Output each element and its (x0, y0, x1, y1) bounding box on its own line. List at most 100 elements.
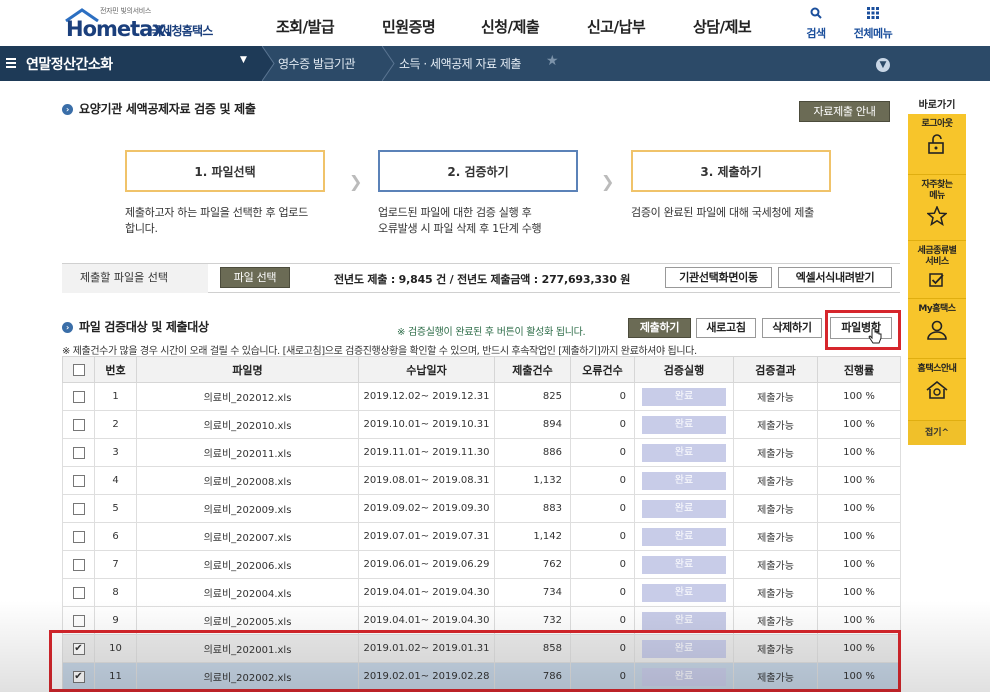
step1-description: 제출하고자 하는 파일을 선택한 후 업로드 합니다. (125, 206, 308, 235)
row-date: 2019.07.01~ 2019.07.31 (358, 522, 495, 551)
guide-button[interactable]: 자료제출 안내 (799, 101, 890, 122)
quick-favorite-menu[interactable]: 자주찾는 메뉴 (908, 175, 966, 241)
quick-close-button[interactable]: 접기^ (908, 421, 966, 445)
row-no: 5 (94, 494, 137, 523)
file-select-button[interactable]: 파일 선택 (220, 267, 290, 288)
delete-button[interactable]: 삭제하기 (762, 318, 822, 338)
row-date: 2019.10.01~ 2019.10.31 (358, 410, 495, 439)
top-header: 전자민 빛의서비스 Hometax. 국세청홈택스 조회/발급 민원증명 신청/… (0, 0, 990, 46)
row-checkbox[interactable] (72, 614, 85, 627)
favorite-star-icon[interactable]: ★ (546, 53, 559, 69)
table-row[interactable]: 1 의료비_202012.xls 2019.12.02~ 2019.12.31 825… (62, 382, 901, 411)
row-no: 3 (94, 438, 137, 467)
row-errors: 0 (570, 410, 635, 439)
row-count: 883 (494, 494, 571, 523)
verify-run-button[interactable]: 완료 (642, 415, 726, 434)
last-year-summary: 전년도 제출 : 9,845 건 / 전년도 제출금액 : 277,693,33… (334, 273, 631, 286)
row-checkbox-cell[interactable] (62, 578, 95, 607)
row-progress: 100 % (817, 494, 901, 523)
verify-run-button[interactable]: 완료 (642, 611, 726, 630)
refresh-button[interactable]: 새로고침 (696, 318, 756, 338)
table-row[interactable]: 7 의료비_202006.xls 2019.06.01~ 2019.06.29 762… (62, 550, 901, 579)
row-filename: 의료비_202004.xls (136, 578, 359, 607)
menu-application[interactable]: 신청/제출 (481, 16, 540, 37)
step-arrow-icon: ❯ (601, 172, 615, 191)
row-checkbox-cell[interactable] (62, 522, 95, 551)
menu-certificate[interactable]: 민원증명 (382, 16, 436, 37)
row-date: 2019.08.01~ 2019.08.31 (358, 466, 495, 495)
row-verify-run-cell: 완료 (634, 578, 734, 607)
row-filename: 의료비_202007.xls (136, 522, 359, 551)
row-filename: 의료비_202008.xls (136, 466, 359, 495)
row-no: 4 (94, 466, 137, 495)
step-file-select: 1. 파일선택 (125, 150, 325, 192)
verify-run-button[interactable]: 완료 (642, 471, 726, 490)
menu-consult[interactable]: 상담/제보 (693, 16, 752, 37)
institution-select-button[interactable]: 기관선택화면이동 (665, 267, 772, 288)
verify-run-button[interactable]: 완료 (642, 443, 726, 462)
row-progress: 100 % (817, 466, 901, 495)
table-row[interactable]: 2 의료비_202010.xls 2019.10.01~ 2019.10.31 894… (62, 410, 901, 439)
row-progress: 100 % (817, 550, 901, 579)
row-checkbox-cell[interactable] (62, 466, 95, 495)
row-checkbox[interactable] (72, 390, 85, 403)
quick-my-hometax[interactable]: My홈택스 (908, 299, 966, 359)
menu-dropdown-yearend[interactable]: 연말정산간소화 ▼ (0, 46, 262, 81)
row-count: 825 (494, 382, 571, 411)
search-icon (810, 7, 822, 19)
row-checkbox-cell[interactable] (62, 550, 95, 579)
row-verify-run-cell: 완료 (634, 494, 734, 523)
row-checkbox-cell[interactable] (62, 494, 95, 523)
table-row[interactable]: 5 의료비_202009.xls 2019.09.02~ 2019.09.30 883… (62, 494, 901, 523)
quick-tax-type-service[interactable]: 세금종류별 서비스 (908, 241, 966, 299)
row-checkbox[interactable] (72, 474, 85, 487)
verify-run-button[interactable]: 완료 (642, 583, 726, 602)
table-row[interactable]: 3 의료비_202011.xls 2019.11.01~ 2019.11.30 886… (62, 438, 901, 467)
breadcrumb-separator-icon (382, 46, 395, 81)
verify-run-button[interactable]: 완료 (642, 527, 726, 546)
table-row[interactable]: 6 의료비_202007.xls 2019.07.01~ 2019.07.31 1,1… (62, 522, 901, 551)
step2-description: 업로드된 파일에 대한 검증 실행 후 오류발생 시 파일 삭제 후 1단계 수… (378, 206, 542, 235)
menu-report-pay[interactable]: 신고/납부 (587, 16, 646, 37)
row-errors: 0 (570, 438, 635, 467)
logo-subtitle: 전자민 빛의서비스 (100, 7, 152, 15)
row-verify-result: 제출가능 (733, 522, 818, 551)
expand-chevron-icon[interactable]: ▼ (876, 58, 890, 72)
select-all-cell[interactable] (62, 356, 95, 383)
row-checkbox-cell[interactable] (62, 382, 95, 411)
excel-template-download-button[interactable]: 엑셀서식내려받기 (778, 267, 892, 288)
select-all-checkbox[interactable] (72, 364, 85, 376)
menu-inquiry[interactable]: 조회/발급 (276, 16, 335, 37)
dropdown-arrow-icon: ▼ (240, 55, 247, 65)
breadcrumb-deduction-submit[interactable]: 소득 · 세액공제 자료 제출 (399, 55, 521, 72)
verify-run-button[interactable]: 완료 (642, 555, 726, 574)
row-no: 2 (94, 410, 137, 439)
row-checkbox[interactable] (72, 418, 85, 431)
quick-hometax-guide[interactable]: 홈택스안내 (908, 359, 966, 421)
hometax-logo[interactable]: 전자민 빛의서비스 Hometax. 국세청홈택스 (60, 6, 230, 41)
all-menu-button[interactable]: 전체메뉴 (848, 7, 898, 41)
section-title-verify: › 요양기관 세액공제자료 검증 및 제출 (62, 100, 256, 117)
row-checkbox[interactable] (72, 530, 85, 543)
row-checkbox-cell[interactable] (62, 438, 95, 467)
verify-run-button[interactable]: 완료 (642, 387, 726, 406)
header-verify-result: 검증결과 (733, 356, 818, 383)
row-checkbox[interactable] (72, 586, 85, 599)
row-errors: 0 (570, 382, 635, 411)
row-checkbox[interactable] (72, 446, 85, 459)
row-checkbox[interactable] (72, 502, 85, 515)
quick-logout[interactable]: 로그아웃 (908, 114, 966, 175)
header-errors: 오류건수 (570, 356, 635, 383)
verify-run-button[interactable]: 완료 (642, 499, 726, 518)
table-row[interactable]: 8 의료비_202004.xls 2019.04.01~ 2019.04.30 734… (62, 578, 901, 607)
breadcrumb-receipt-issuer[interactable]: 영수증 발급기관 (278, 55, 356, 72)
submit-button[interactable]: 제출하기 (628, 318, 691, 338)
search-button[interactable]: 검색 (791, 7, 841, 41)
quick-guide-label: 홈택스안내 (917, 364, 957, 374)
row-checkbox-cell[interactable] (62, 410, 95, 439)
row-checkbox[interactable] (72, 558, 85, 571)
table-row[interactable]: 4 의료비_202008.xls 2019.08.01~ 2019.08.31 1,1… (62, 466, 901, 495)
row-count: 734 (494, 578, 571, 607)
header-verify-run: 검증실행 (634, 356, 734, 383)
row-errors: 0 (570, 578, 635, 607)
